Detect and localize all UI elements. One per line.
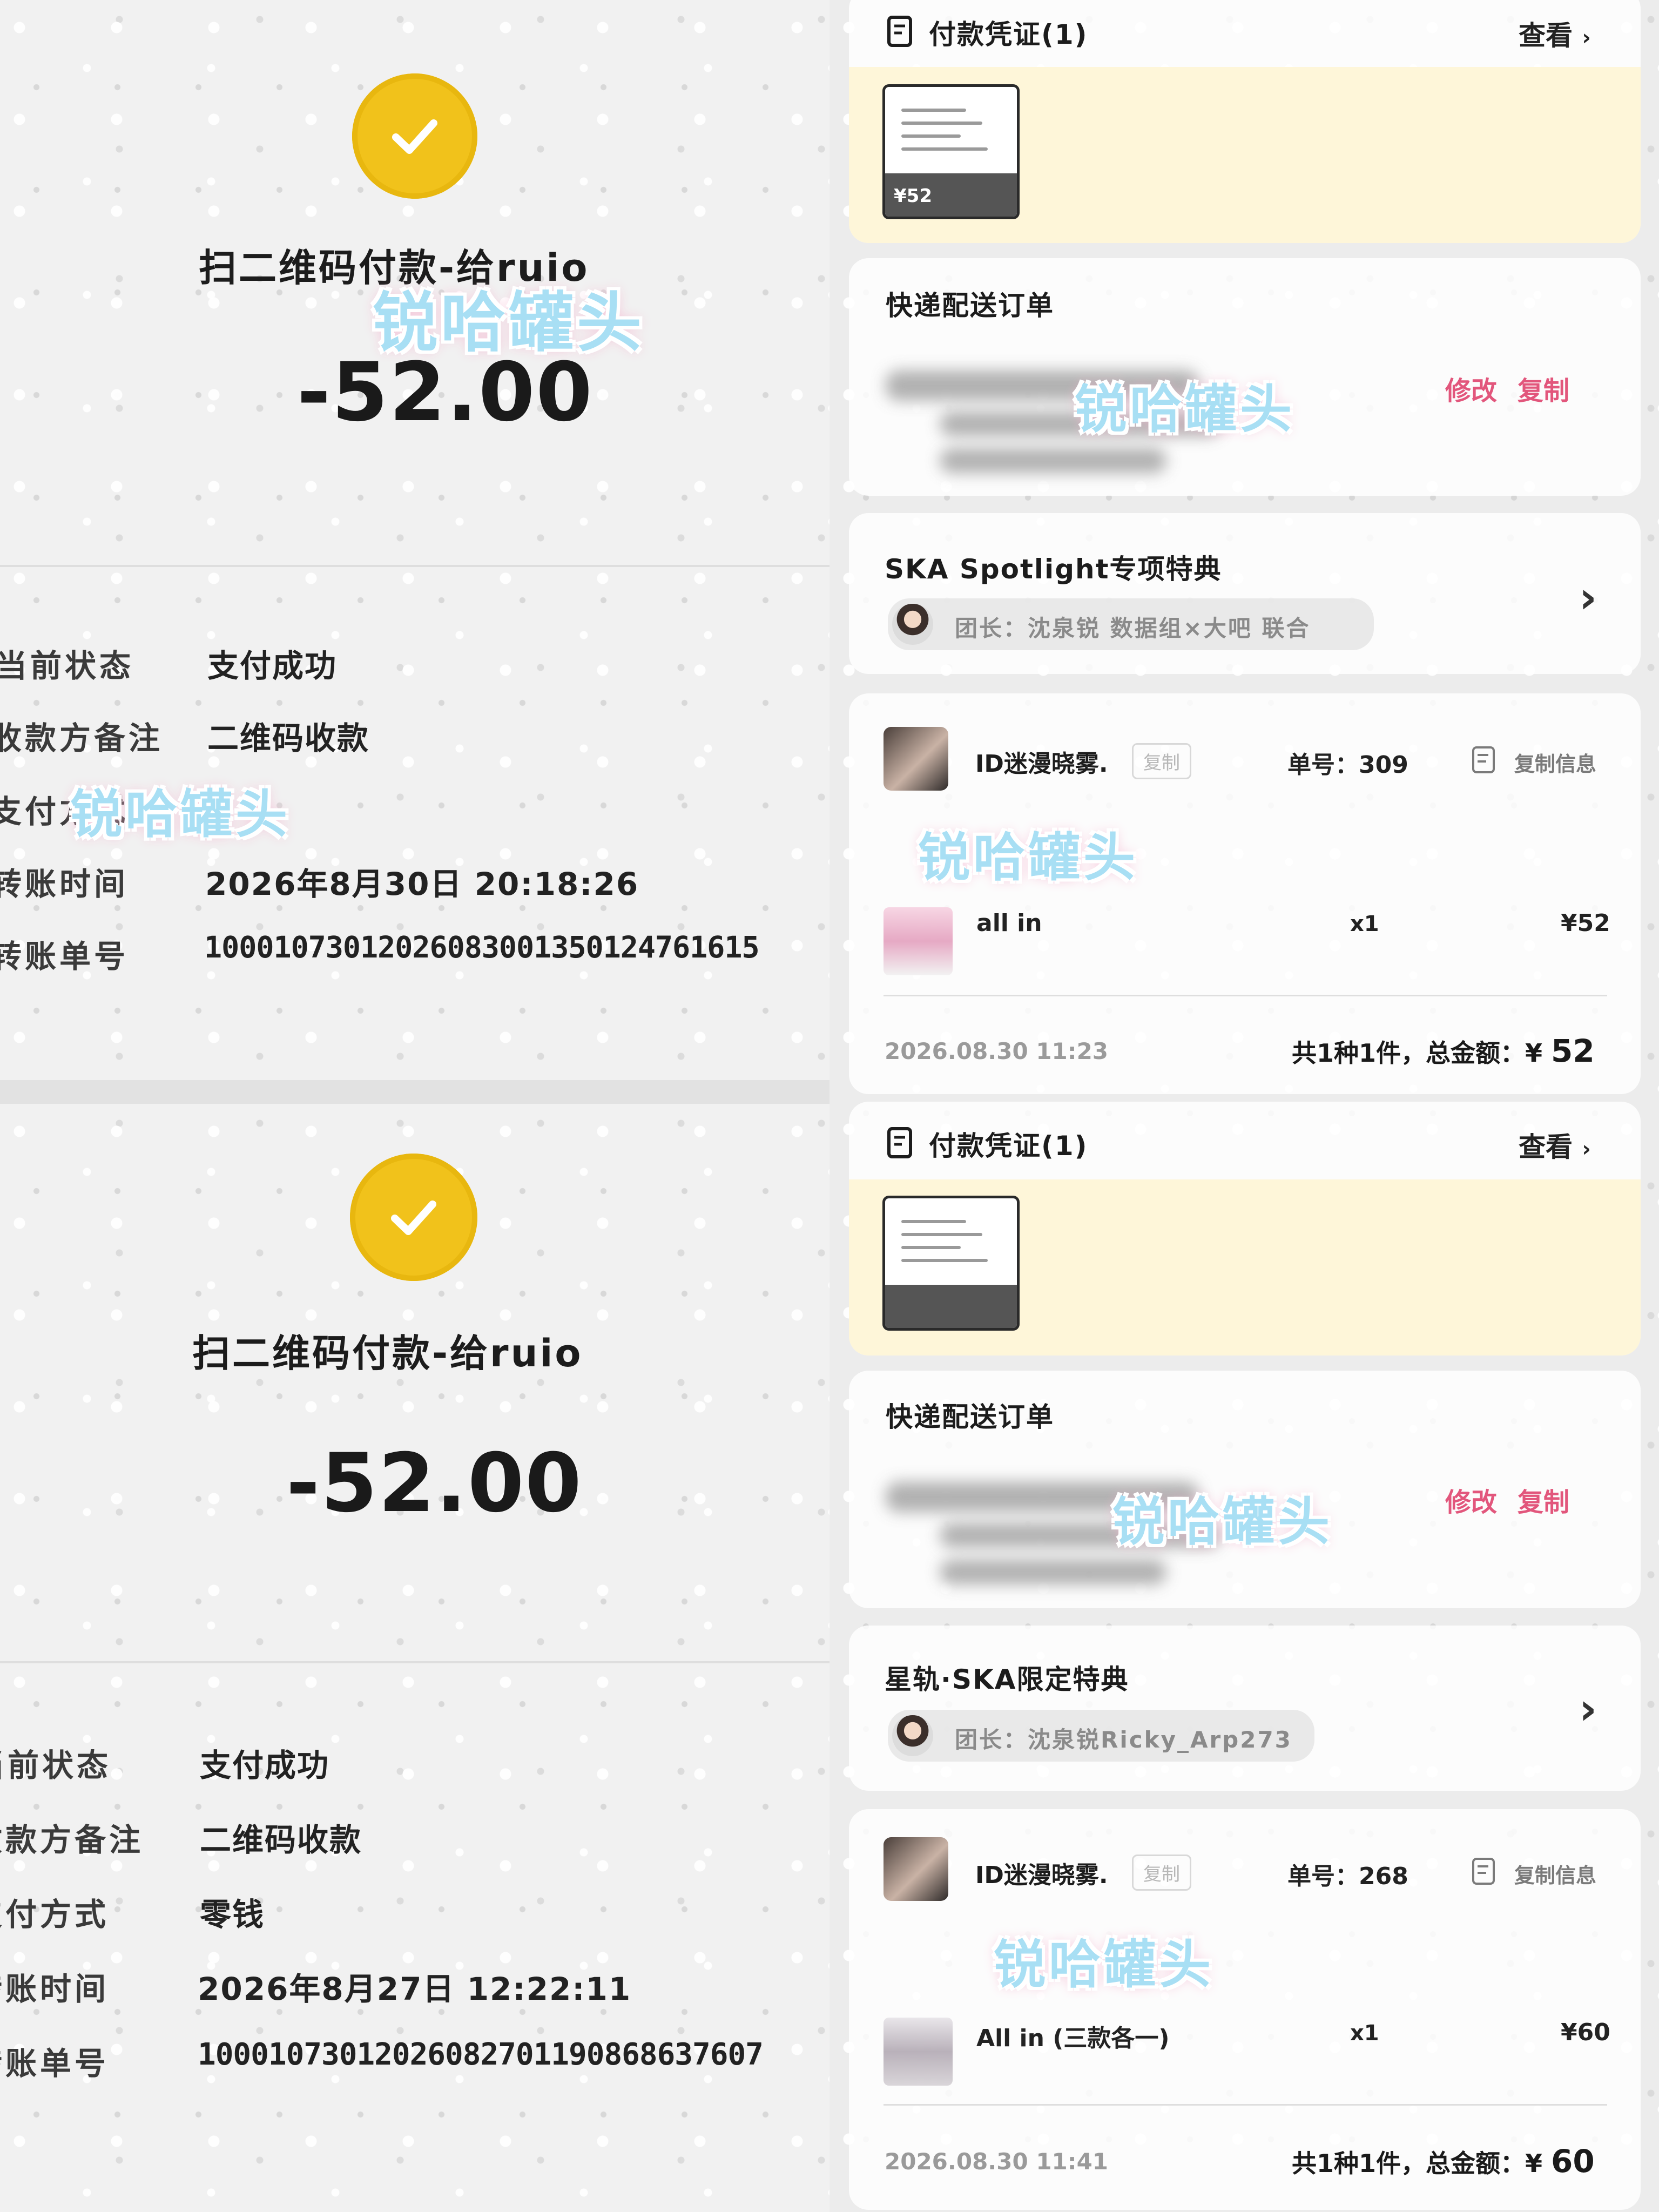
product-name: all in: [976, 909, 1042, 937]
campaign-title: 星轨·SKA限定特典: [885, 1664, 1129, 1695]
order-total-prefix: 共1种1件，总金额：¥: [1292, 2149, 1543, 2178]
view-voucher-link[interactable]: 查看 ›: [1519, 14, 1591, 53]
leader-name: 团长：沈泉锐 数据组×大吧 联合: [955, 615, 1311, 642]
product-qty: x1: [1350, 2021, 1379, 2046]
thumbnail-price: ¥52: [894, 185, 932, 207]
watermark-sticker: 锐哈罐头: [994, 1934, 1214, 1995]
campaign-card[interactable]: [849, 1626, 1641, 1791]
voucher-title: 付款凭证(1): [929, 19, 1088, 50]
divider: [0, 565, 830, 567]
copy-address-button[interactable]: 复制: [1518, 369, 1569, 407]
watermark-sticker: 锐哈罐头: [1112, 1492, 1333, 1552]
copy-info-button[interactable]: 复制信息: [1514, 1859, 1596, 1889]
transfer-no-value[interactable]: 100010730120260827011908686376​07: [198, 2037, 764, 2072]
product-thumbnail: [884, 907, 953, 975]
transfer-time-value: 2026年8月30日 20:18:26: [205, 866, 639, 902]
order-total-value: 60: [1551, 2143, 1595, 2180]
copy-info-button[interactable]: 复制信息: [1514, 747, 1596, 777]
product-qty: x1: [1350, 912, 1379, 936]
copy-doc-icon[interactable]: [1470, 745, 1499, 777]
divider: [884, 2104, 1607, 2106]
coin-bag-check-icon: [352, 73, 477, 199]
transfer-no-value[interactable]: 100010730120260830013501247616​15: [204, 930, 760, 965]
copy-user-button[interactable]: 复制: [1132, 743, 1191, 779]
product-thumbnail: [884, 2018, 953, 2086]
watermark-sticker: 锐哈罐头: [373, 286, 645, 361]
product-price: ¥52: [1561, 909, 1610, 937]
delivery-title: 快递配送订单: [886, 1401, 1054, 1433]
product-name: All in (三款各一): [976, 2025, 1170, 2052]
divider: [884, 995, 1607, 996]
transfer-time-label: 转账时间: [0, 1971, 110, 2007]
transfer-no-label: 转账单号: [0, 938, 129, 975]
voucher-thumbnail[interactable]: [882, 1196, 1020, 1331]
order-total-prefix: 共1种1件，总金额：¥: [1292, 1038, 1543, 1068]
edit-address-button[interactable]: 修改: [1445, 1481, 1497, 1519]
payee-note-label: 收款方备注: [0, 720, 164, 757]
watermark-sticker: 锐哈罐头: [1075, 379, 1295, 440]
divider: [0, 1661, 830, 1663]
order-number: 单号：268: [1287, 1863, 1408, 1890]
copy-user-button[interactable]: 复制: [1132, 1854, 1191, 1891]
chevron-right-icon[interactable]: ›: [1579, 572, 1597, 623]
voucher-title: 付款凭证(1): [929, 1130, 1088, 1162]
divider: [0, 1080, 830, 1104]
voucher-thumbnail[interactable]: ¥52: [882, 84, 1020, 219]
coin-bag-check-icon: [350, 1154, 477, 1281]
chevron-right-icon: ›: [1582, 25, 1591, 50]
transfer-time-value: 2026年8月27日 12:22:11: [198, 1971, 632, 2007]
view-label: 查看: [1519, 1131, 1573, 1163]
leader-name: 团长：沈泉锐Ricky_Arp273: [955, 1727, 1292, 1753]
user-name: ID迷漫晓雾.: [975, 750, 1108, 778]
address-blurred: [940, 448, 1166, 473]
order-date: 2026.08.30 11:23: [885, 1038, 1109, 1064]
leader-avatar: [892, 1715, 933, 1756]
user-name: ID迷漫晓雾.: [975, 1862, 1108, 1889]
product-price: ¥60: [1561, 2019, 1610, 2046]
status-label: 当前状态: [0, 648, 134, 684]
campaign-title: SKA Spotlight专项特典: [885, 554, 1222, 585]
pay-method-value: 零钱: [200, 1896, 265, 1933]
user-avatar: [884, 1837, 948, 1901]
copy-doc-icon[interactable]: [1470, 1857, 1499, 1888]
watermark-sticker: 锐哈罐头: [70, 784, 291, 845]
transfer-time-label: 转账时间: [0, 866, 129, 902]
view-label: 查看: [1519, 20, 1573, 51]
leader-avatar: [892, 604, 933, 645]
chevron-right-icon: ›: [1582, 1137, 1591, 1162]
transfer-no-label: 转账单号: [0, 2045, 110, 2082]
order-date: 2026.08.30 11:41: [885, 2148, 1109, 2175]
edit-address-button[interactable]: 修改: [1445, 369, 1497, 407]
status-value: 支付成功: [207, 648, 338, 684]
payee-note-value: 二维码收款: [207, 720, 370, 757]
status-value: 支付成功: [200, 1747, 330, 1784]
receipt-icon: [886, 15, 916, 50]
payee-note-label: 收款方备注: [0, 1822, 144, 1858]
chevron-right-icon[interactable]: ›: [1579, 1684, 1597, 1734]
user-avatar: [884, 727, 948, 791]
copy-address-button[interactable]: 复制: [1518, 1481, 1569, 1519]
order-total: 共1种1件，总金额：¥ 52: [1292, 1033, 1595, 1069]
payee-note-value: 二维码收款: [200, 1822, 362, 1858]
view-voucher-link[interactable]: 查看 ›: [1519, 1125, 1591, 1164]
receipt-icon: [886, 1127, 916, 1161]
pay-method-label: 支付方式: [0, 1896, 110, 1933]
status-label: 当前状态: [0, 1747, 112, 1784]
payment-title: 扫二维码付款-给ruio: [192, 1331, 583, 1375]
order-number: 单号：309: [1287, 751, 1408, 779]
address-blurred: [940, 1560, 1166, 1584]
order-total: 共1种1件，总金额：¥ 60: [1292, 2143, 1595, 2180]
order-total-value: 52: [1551, 1033, 1595, 1069]
delivery-title: 快递配送订单: [886, 290, 1054, 321]
watermark-sticker: 锐哈罐头: [918, 827, 1138, 888]
payment-amount: -52.00: [286, 1437, 583, 1530]
